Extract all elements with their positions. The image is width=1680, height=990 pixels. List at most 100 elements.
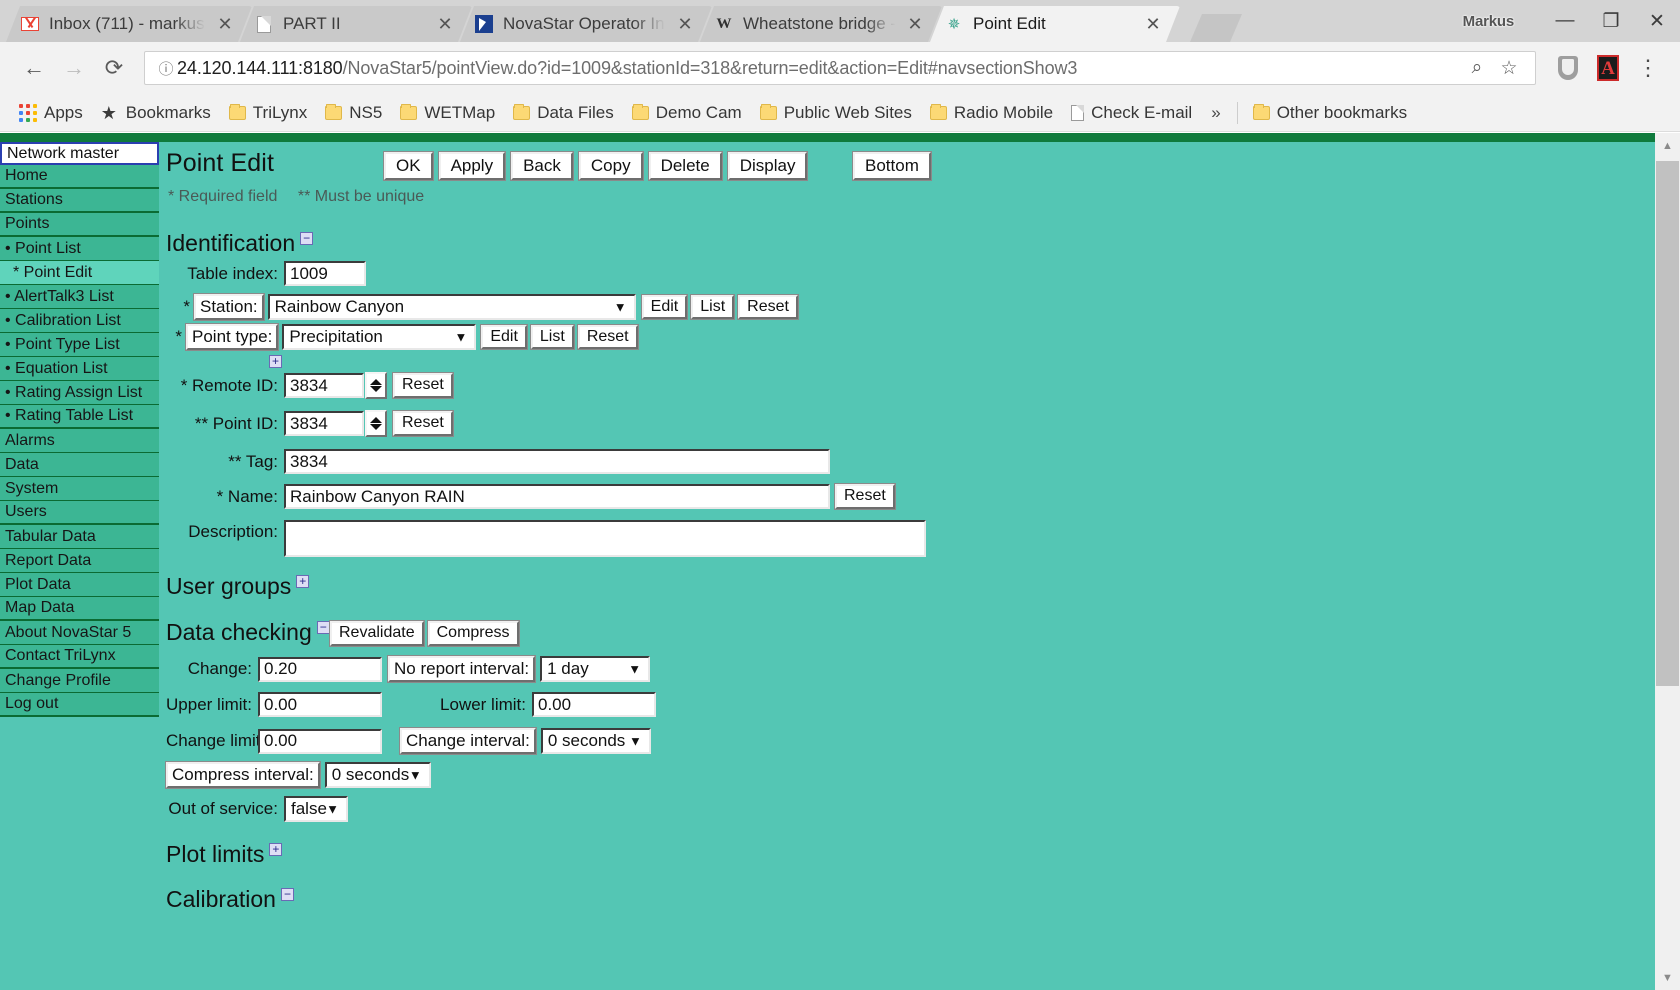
apply-button[interactable]: Apply xyxy=(439,152,506,180)
browser-tab-novastar[interactable]: NovaStar Operator In ✕ xyxy=(460,6,712,42)
bookmarks-overflow-icon[interactable]: » xyxy=(1201,103,1230,123)
bottom-button[interactable]: Bottom xyxy=(853,152,931,180)
station-label-button[interactable]: Station: xyxy=(194,294,264,320)
data-checking-toggle-icon[interactable]: − xyxy=(317,621,330,634)
change-input[interactable] xyxy=(258,657,382,682)
point-type-expand-icon[interactable]: + xyxy=(269,355,282,368)
bookmark-check-email[interactable]: Check E-mail xyxy=(1062,100,1201,126)
plot-limits-toggle-icon[interactable]: + xyxy=(269,843,282,856)
browser-tab-wheatstone[interactable]: W Wheatstone bridge - ✕ xyxy=(700,6,942,42)
upper-limit-input[interactable] xyxy=(258,692,382,717)
bookmark-apps[interactable]: Apps xyxy=(10,100,92,126)
bookmark-trilynx[interactable]: TriLynx xyxy=(220,100,316,126)
bookmark-radio-mobile[interactable]: Radio Mobile xyxy=(921,100,1062,126)
point-type-expander[interactable]: + xyxy=(264,352,282,370)
lower-limit-input[interactable] xyxy=(532,692,656,717)
sidebar-item-about-novastar-5[interactable]: About NovaStar 5 xyxy=(0,621,159,645)
sidebar-item-map-data[interactable]: Map Data xyxy=(0,597,159,621)
forward-icon[interactable]: → xyxy=(54,48,94,88)
delete-button[interactable]: Delete xyxy=(649,152,722,180)
minimize-icon[interactable]: — xyxy=(1542,0,1588,42)
sidebar-item-equation-list[interactable]: • Equation List xyxy=(0,357,159,381)
sidebar-item-data[interactable]: Data xyxy=(0,453,159,477)
point-type-edit-button[interactable]: Edit xyxy=(481,325,527,350)
sidebar-item-alerttalk3-list[interactable]: • AlertTalk3 List xyxy=(0,285,159,309)
calibration-toggle-icon[interactable]: − xyxy=(281,888,294,901)
description-textarea[interactable] xyxy=(284,520,926,557)
scrollbar-thumb[interactable] xyxy=(1656,161,1679,686)
sidebar-item-users[interactable]: Users xyxy=(0,501,159,525)
station-list-button[interactable]: List xyxy=(691,295,734,320)
sidebar-item-stations[interactable]: Stations xyxy=(0,189,159,213)
sidebar-item-calibration-list[interactable]: • Calibration List xyxy=(0,309,159,333)
close-window-icon[interactable]: ✕ xyxy=(1634,0,1680,42)
sidebar-item-rating-table-list[interactable]: • Rating Table List xyxy=(0,405,159,429)
scroll-up-icon[interactable]: ▲ xyxy=(1655,133,1680,158)
sidebar-item-rating-assign-list[interactable]: • Rating Assign List xyxy=(0,381,159,405)
change-limit-input[interactable] xyxy=(258,729,382,754)
browser-tab-part-ii[interactable]: PART II ✕ xyxy=(240,6,472,42)
profile-name-label[interactable]: Markus xyxy=(1463,13,1514,30)
sidebar-item-log-out[interactable]: Log out xyxy=(0,693,159,717)
sidebar-item-alarms[interactable]: Alarms xyxy=(0,429,159,453)
sidebar-item-tabular-data[interactable]: Tabular Data xyxy=(0,525,159,549)
point-type-reset-button[interactable]: Reset xyxy=(578,325,638,350)
address-bar[interactable]: ⓘ 24.120.144.111:8180/NovaStar5/pointVie… xyxy=(144,51,1536,85)
no-report-interval-select[interactable]: 1 day ▼ xyxy=(540,656,650,682)
sidebar-item-change-profile[interactable]: Change Profile xyxy=(0,669,159,693)
sidebar-item-report-data[interactable]: Report Data xyxy=(0,549,159,573)
out-of-service-select[interactable]: false ▼ xyxy=(284,796,348,822)
sidebar-item-home[interactable]: Home xyxy=(0,165,159,189)
table-index-input[interactable] xyxy=(284,261,366,286)
station-reset-button[interactable]: Reset xyxy=(738,295,798,320)
remote-id-reset-button[interactable]: Reset xyxy=(393,373,453,398)
remote-id-input[interactable] xyxy=(284,373,364,398)
name-reset-button[interactable]: Reset xyxy=(835,484,895,509)
point-type-select[interactable]: Precipitation ▼ xyxy=(282,324,476,350)
station-select[interactable]: Rainbow Canyon ▼ xyxy=(268,294,636,320)
new-tab-button[interactable] xyxy=(1190,14,1242,42)
point-id-stepper[interactable] xyxy=(365,410,387,437)
ok-button[interactable]: OK xyxy=(384,152,433,180)
point-id-reset-button[interactable]: Reset xyxy=(393,411,453,436)
bookmark-data-files[interactable]: Data Files xyxy=(504,100,623,126)
identification-toggle-icon[interactable]: − xyxy=(300,232,313,245)
browser-tab-point-edit[interactable]: ✵ Point Edit ✕ xyxy=(930,6,1180,42)
browser-tab-inbox[interactable]: Inbox (711) - markus. ✕ xyxy=(6,6,252,42)
bookmark-wetmap[interactable]: WETMap xyxy=(391,100,504,126)
remote-id-stepper[interactable] xyxy=(365,372,387,399)
sidebar-item-system[interactable]: System xyxy=(0,477,159,501)
user-groups-toggle-icon[interactable]: + xyxy=(296,575,309,588)
reload-icon[interactable]: ⟳ xyxy=(94,48,134,88)
maximize-icon[interactable]: ❐ xyxy=(1588,0,1634,42)
change-interval-select[interactable]: 0 seconds ▼ xyxy=(541,728,651,754)
bookmark-other-bookmarks[interactable]: Other bookmarks xyxy=(1244,100,1416,126)
sidebar-item-plot-data[interactable]: Plot Data xyxy=(0,573,159,597)
bookmark-star-icon[interactable]: ☆ xyxy=(1493,57,1525,80)
compress-button[interactable]: Compress xyxy=(428,621,519,646)
no-report-interval-label-button[interactable]: No report interval: xyxy=(388,656,535,682)
back-button[interactable]: Back xyxy=(511,152,573,180)
bookmark-demo-cam[interactable]: Demo Cam xyxy=(623,100,751,126)
display-button[interactable]: Display xyxy=(728,152,808,180)
site-info-icon[interactable]: ⓘ xyxy=(155,58,177,79)
tab-close-icon[interactable]: ✕ xyxy=(1142,14,1164,35)
compress-interval-select[interactable]: 0 seconds ▼ xyxy=(325,762,431,788)
revalidate-button[interactable]: Revalidate xyxy=(330,621,424,646)
network-master-selector[interactable]: Network master xyxy=(0,142,159,165)
sidebar-item-contact-trilynx[interactable]: Contact TriLynx xyxy=(0,645,159,669)
bookmark-public-web-sites[interactable]: Public Web Sites xyxy=(751,100,921,126)
scroll-down-icon[interactable]: ▼ xyxy=(1655,965,1680,990)
change-interval-label-button[interactable]: Change interval: xyxy=(400,728,536,754)
bookmark-ns5[interactable]: NS5 xyxy=(316,100,391,126)
browser-menu-icon[interactable]: ⋮ xyxy=(1630,50,1666,86)
shield-extension-icon[interactable] xyxy=(1550,50,1586,86)
tab-close-icon[interactable]: ✕ xyxy=(674,14,696,35)
station-edit-button[interactable]: Edit xyxy=(642,295,688,320)
sidebar-item-point-type-list[interactable]: • Point Type List xyxy=(0,333,159,357)
copy-button[interactable]: Copy xyxy=(579,152,643,180)
pdf-extension-icon[interactable]: A xyxy=(1590,50,1626,86)
page-scrollbar[interactable]: ▲ ▼ xyxy=(1655,133,1680,990)
zoom-icon[interactable]: ⌕ xyxy=(1461,57,1493,79)
tab-close-icon[interactable]: ✕ xyxy=(214,14,236,35)
